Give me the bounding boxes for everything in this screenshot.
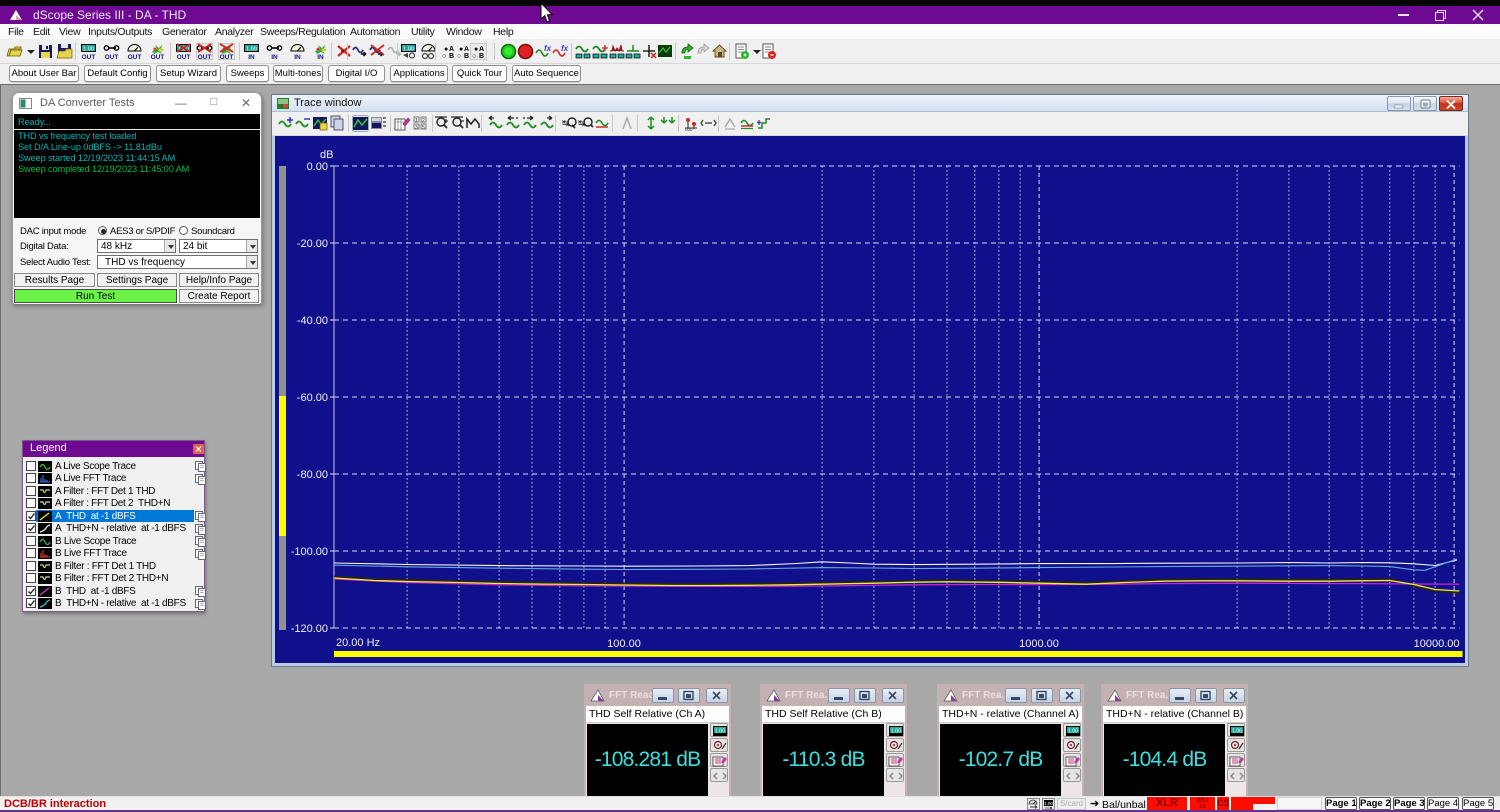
svg-text:●: ●	[474, 46, 478, 53]
svg-text:100.00: 100.00	[607, 638, 641, 650]
svg-text:○: ○	[457, 53, 461, 60]
svg-text:3: 3	[415, 125, 418, 131]
svg-text:IN: IN	[271, 54, 278, 60]
svg-text:●: ●	[444, 46, 448, 53]
svg-text:20.00 Hz: 20.00 Hz	[336, 637, 380, 649]
svg-text:1: 1	[415, 118, 418, 124]
svg-text:1.00: 1.00	[1044, 801, 1053, 806]
svg-text:1.00: 1.00	[891, 728, 901, 734]
svg-text:1.00: 1.00	[1232, 728, 1242, 734]
svg-text:OUT: OUT	[198, 54, 212, 60]
svg-text:0.00: 0.00	[307, 161, 328, 173]
svg-text:fx: fx	[544, 44, 552, 53]
svg-text:1.00: 1.00	[1068, 728, 1078, 734]
svg-text:IN: IN	[317, 54, 324, 60]
svg-text:OUT: OUT	[151, 54, 165, 60]
svg-text:-80.00: -80.00	[297, 469, 328, 481]
svg-text:-60.00: -60.00	[297, 392, 328, 404]
svg-text:IN: IN	[248, 54, 255, 60]
svg-text:fx: fx	[561, 44, 569, 53]
svg-text:OUT: OUT	[105, 54, 119, 60]
svg-text:-20.00: -20.00	[297, 238, 328, 250]
svg-text:IN: IN	[294, 54, 301, 60]
svg-text:1.00: 1.00	[403, 47, 414, 53]
svg-text:A: A	[449, 46, 454, 53]
svg-text:B: B	[479, 53, 484, 60]
svg-text:000: 000	[685, 127, 693, 132]
svg-text:OUT: OUT	[177, 54, 191, 60]
svg-text:○: ○	[442, 53, 446, 60]
svg-text:-120.00: -120.00	[291, 623, 328, 635]
svg-text:1.00: 1.00	[246, 47, 257, 53]
svg-text:B: B	[464, 53, 469, 60]
svg-text:●: ●	[459, 46, 463, 53]
svg-text:1.00: 1.00	[83, 47, 94, 53]
svg-text:OUT: OUT	[82, 54, 96, 60]
svg-text:-100.00: -100.00	[291, 546, 328, 558]
svg-text:-40.00: -40.00	[297, 315, 328, 327]
svg-text:A: A	[464, 46, 469, 53]
svg-text:dB: dB	[320, 149, 333, 161]
svg-text:A: A	[479, 46, 484, 53]
svg-text:5: 5	[422, 125, 425, 131]
svg-text:2: 2	[422, 118, 425, 124]
svg-text:OUT: OUT	[220, 54, 234, 60]
svg-text:OUT: OUT	[128, 54, 142, 60]
svg-text:1.00: 1.00	[715, 728, 725, 734]
svg-text:10000.00: 10000.00	[1414, 638, 1460, 650]
svg-text:1000.00: 1000.00	[1019, 638, 1059, 650]
svg-text:B: B	[449, 53, 454, 60]
svg-text:○: ○	[472, 53, 476, 60]
